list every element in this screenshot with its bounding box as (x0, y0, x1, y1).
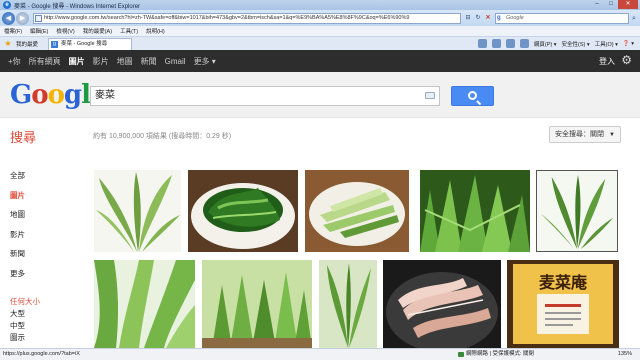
search-input[interactable]: 麥菜 (90, 86, 440, 106)
address-toolbar: ◀ ▶ http://www.google.com.tw/search?hl=z… (0, 10, 640, 26)
page-menu[interactable]: 網頁(P) ▾ (534, 40, 557, 48)
search-icon (468, 91, 477, 100)
gbar-more[interactable]: 更多 ▾ (194, 56, 216, 67)
status-url: https://plus.google.com/?tab=iX (3, 351, 80, 357)
gbar-web[interactable]: 所有網頁 (29, 56, 61, 67)
gear-icon[interactable]: ⚙ (621, 54, 632, 67)
nav-images[interactable]: 圖片 (10, 190, 80, 210)
maximize-button[interactable]: □ (604, 0, 618, 9)
gbar-news[interactable]: 新聞 (141, 56, 157, 67)
home-icon[interactable] (477, 39, 487, 48)
size-medium[interactable]: 中型 (10, 320, 40, 332)
menu-edit[interactable]: 編輯(E) (30, 27, 48, 35)
size-heading[interactable]: 任何大小 (10, 296, 40, 308)
gbar-plus-you[interactable]: +你 (8, 56, 21, 67)
address-bar[interactable]: http://www.google.com.tw/search?hl=zh-TW… (33, 12, 461, 24)
result-count: 約有 10,900,000 項結果 (搜尋時間：0.29 秒) (93, 133, 232, 140)
tab-label: 麥菜 - Google 搜尋 (61, 40, 108, 47)
safesearch-dropdown[interactable]: 安全搜尋：關閉 ▼ (549, 126, 621, 143)
search-button[interactable] (451, 86, 494, 106)
image-result-lettuce-seedlings[interactable] (202, 260, 312, 348)
keyboard-icon[interactable] (425, 92, 435, 99)
safesearch-label: 安全搜尋：關閉 (555, 131, 604, 138)
mail-icon[interactable] (505, 39, 515, 48)
browser-search-icon[interactable]: ⌕ (629, 13, 639, 24)
nav-maps[interactable]: 地圖 (10, 209, 80, 229)
image-result-lettuce-leaves-closeup[interactable] (94, 260, 195, 348)
gbar-maps[interactable]: 地圖 (117, 56, 133, 67)
print-icon[interactable] (519, 39, 529, 48)
ie-logo-icon: e (3, 1, 11, 9)
close-button[interactable]: ✕ (618, 0, 638, 9)
image-result-stir-fried-lettuce-plate[interactable] (188, 170, 298, 252)
status-bar: https://plus.google.com/?tab=iX 網際網路 | 受… (0, 348, 640, 360)
zoom-level[interactable]: 135% (618, 349, 632, 360)
browser-window: e 麥菜 - Google 搜尋 - Windows Internet Expl… (0, 0, 640, 360)
search-header: Google 麥菜 (0, 72, 640, 118)
nav-more[interactable]: 更多 (10, 268, 80, 288)
image-result-lettuce-stems-plate[interactable] (305, 170, 409, 252)
window-title: 麥菜 - Google 搜尋 - Windows Internet Explor… (14, 3, 141, 10)
signin-button[interactable]: 登入 (599, 56, 615, 67)
image-result-lettuce-leaves-plain[interactable] (94, 170, 181, 252)
nav-all[interactable]: 全部 (10, 170, 80, 190)
image-result-lettuce-with-watermark[interactable] (319, 260, 377, 348)
address-buttons: ⊟ ↻ ✕ (463, 13, 493, 24)
gbar-videos[interactable]: 影片 (93, 56, 109, 67)
google-search-provider-icon: g (497, 14, 501, 21)
title-bar: e 麥菜 - Google 搜尋 - Windows Internet Expl… (0, 0, 640, 10)
favorites-link[interactable]: 我的最愛 (16, 40, 38, 48)
size-filter: 任何大小 大型 中型 圖示 (10, 296, 40, 344)
google-favicon-icon: g (51, 40, 59, 48)
safety-menu[interactable]: 安全性(S) ▾ (562, 40, 590, 48)
image-result-restaurant-sign[interactable]: 麦菜庵 (507, 260, 619, 348)
image-result-lettuce-field[interactable] (420, 170, 530, 252)
nav-videos[interactable]: 影片 (10, 229, 80, 249)
google-nav-bar: +你 所有網頁 圖片 影片 地圖 新聞 Gmail 更多 ▾ 登入 ⚙ (0, 50, 640, 72)
menu-tools[interactable]: 工具(T) (120, 27, 138, 35)
nav-news[interactable]: 新聞 (10, 248, 80, 268)
refresh-icon[interactable]: ↻ (473, 13, 483, 24)
menu-help[interactable]: 說明(H) (146, 27, 165, 35)
command-bar: 網頁(P) ▾ 安全性(S) ▾ 工具(O) ▾ ❓ ▾ (473, 39, 634, 48)
size-large[interactable]: 大型 (10, 308, 40, 320)
page-icon (35, 14, 42, 22)
sign-title: 麦菜庵 (539, 273, 588, 292)
back-button[interactable]: ◀ (2, 11, 15, 25)
left-nav: 全部 圖片 地圖 影片 新聞 更多 任何大小 大型 中型 圖示 (10, 170, 80, 342)
minimize-button[interactable]: – (590, 0, 604, 9)
image-result-bacon-pan[interactable] (383, 260, 501, 348)
search-query: 麥菜 (95, 90, 115, 101)
section-title: 搜尋 (10, 130, 37, 145)
favorites-star-icon[interactable]: ★ (2, 38, 14, 49)
browser-search-input[interactable]: g Google (495, 12, 629, 24)
feeds-icon[interactable] (491, 39, 501, 48)
tab-row: ★ 我的最愛 g 麥菜 - Google 搜尋 網頁(P) ▾ 安全性(S) ▾… (0, 37, 640, 50)
browser-search-placeholder: Google (506, 14, 524, 21)
menu-favorites[interactable]: 我的最愛(A) (83, 27, 112, 35)
gbar-images[interactable]: 圖片 (69, 56, 85, 67)
chevron-down-icon: ▼ (609, 132, 615, 138)
window-controls: – □ ✕ (590, 0, 638, 9)
stop-icon[interactable]: ✕ (483, 13, 493, 24)
size-icon[interactable]: 圖示 (10, 332, 40, 344)
menu-view[interactable]: 檢視(V) (56, 27, 74, 35)
help-menu[interactable]: ❓ ▾ (623, 41, 634, 47)
gbar-gmail[interactable]: Gmail (165, 57, 186, 66)
forward-button[interactable]: ▶ (16, 11, 29, 25)
security-zone[interactable]: 網際網路 | 受保護模式: 關閉 (458, 349, 534, 360)
image-result-lettuce-bunch[interactable] (536, 170, 618, 252)
compatibility-icon[interactable]: ⊟ (463, 13, 473, 24)
menu-bar: 檔案(F) 編輯(E) 檢視(V) 我的最愛(A) 工具(T) 說明(H) (0, 26, 640, 37)
address-url: http://www.google.com.tw/search?hl=zh-TW… (44, 14, 410, 21)
menu-file[interactable]: 檔案(F) (4, 27, 22, 35)
active-tab[interactable]: g 麥菜 - Google 搜尋 (48, 37, 133, 50)
tools-menu[interactable]: 工具(O) ▾ (595, 40, 618, 48)
